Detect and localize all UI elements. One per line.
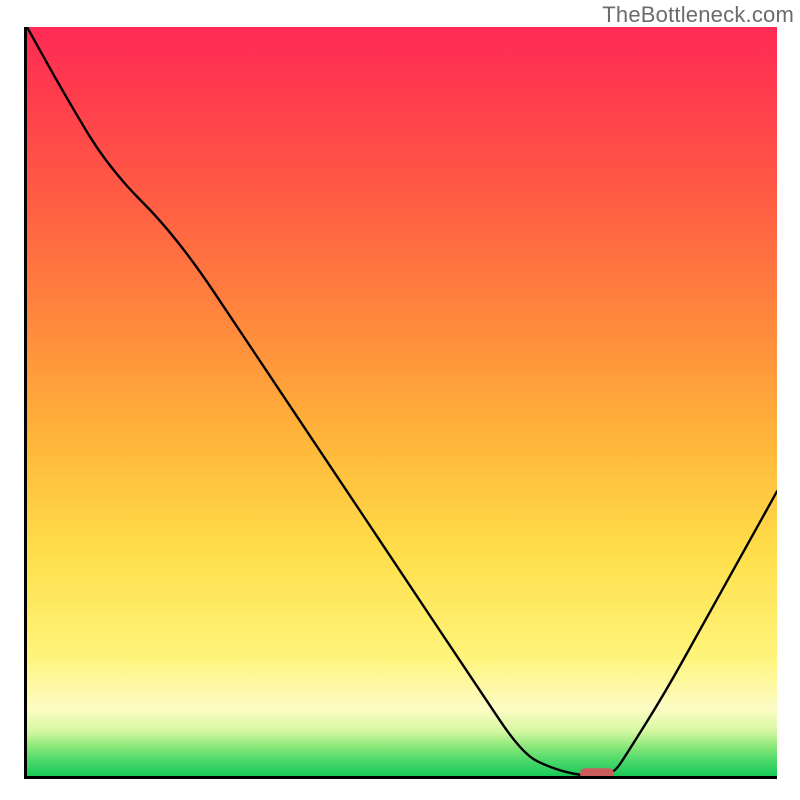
watermark-text: TheBottleneck.com [602, 2, 794, 28]
plot-area [24, 27, 777, 779]
chart-svg [27, 27, 777, 776]
bottleneck-curve [27, 27, 777, 776]
optimal-marker [580, 768, 614, 776]
